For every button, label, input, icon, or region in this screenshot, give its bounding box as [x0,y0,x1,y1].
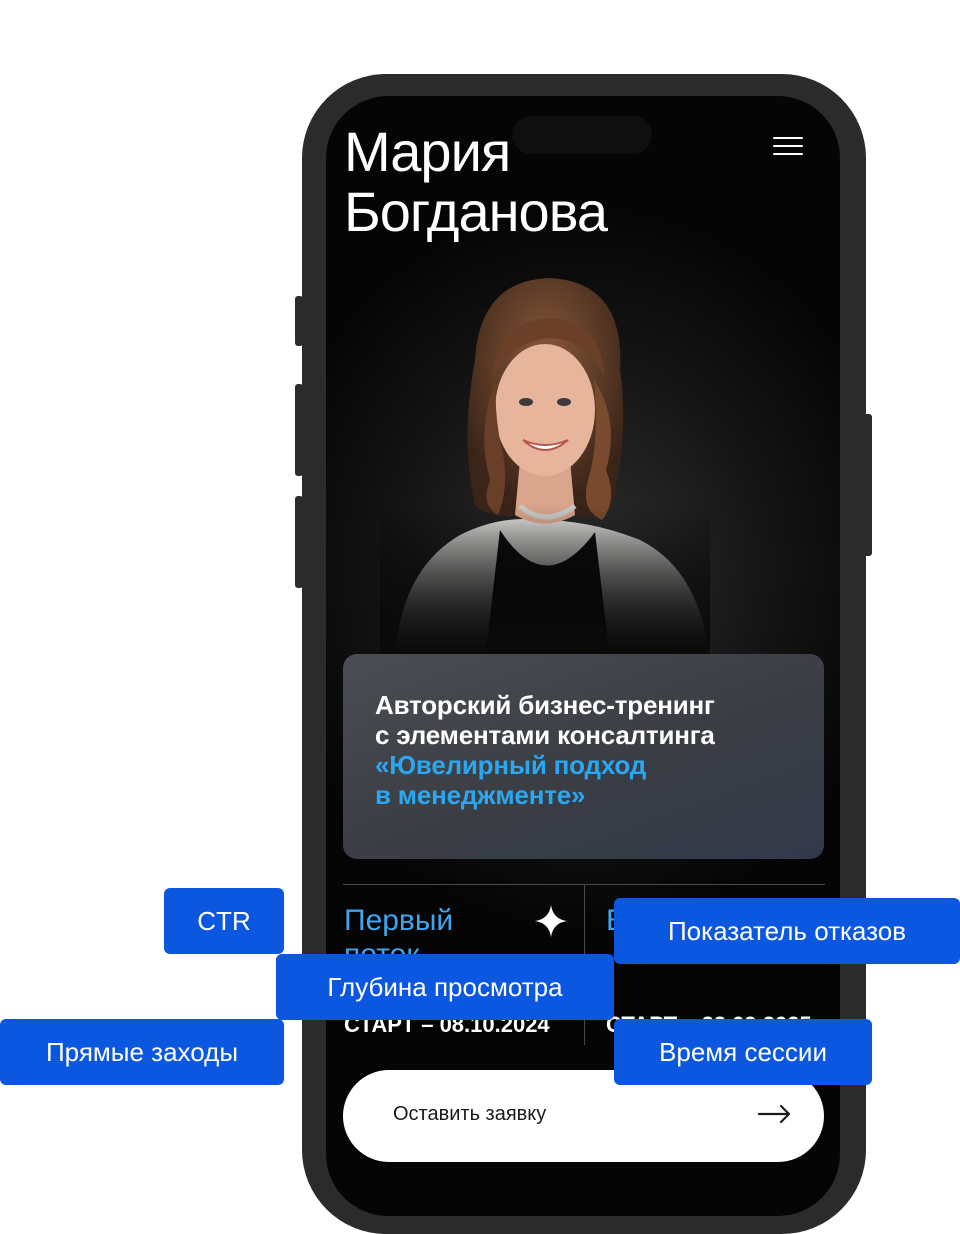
promo-accent-line-1: «Ювелирный подход [375,750,647,780]
tag-bounce-rate: Показатель отказов [614,898,960,964]
promo-text: Авторский бизнес-тренинг с элементами ко… [375,690,715,810]
last-name: Богданова [344,180,608,243]
tag-direct-visits: Прямые заходы [0,1019,284,1085]
hamburger-menu-icon[interactable] [773,137,803,157]
portrait-photo [380,270,710,660]
promo-card: Авторский бизнес-тренинг с элементами ко… [343,654,824,859]
phone-mute-switch [295,296,303,346]
stream-1-title[interactable]: Первый [344,904,453,938]
tag-session-time: Время сессии [614,1019,872,1085]
dynamic-island [512,116,652,154]
phone-power-button [864,414,872,556]
tag-view-depth: Глубина просмотра [276,954,614,1020]
promo-line-1: Авторский бизнес-тренинг [375,690,715,720]
phone-volume-down [295,496,303,588]
phone-volume-up [295,384,303,476]
stream-1-title-line-2: поток [344,938,420,955]
tag-ctr: CTR [164,888,284,954]
apply-button-label: Оставить заявку [393,1103,547,1125]
promo-line-2: с элементами консалтинга [375,720,715,750]
sparkle-icon [535,905,567,937]
promo-accent-line-2: в менеджменте» [375,780,586,810]
arrow-right-icon [757,1104,791,1124]
